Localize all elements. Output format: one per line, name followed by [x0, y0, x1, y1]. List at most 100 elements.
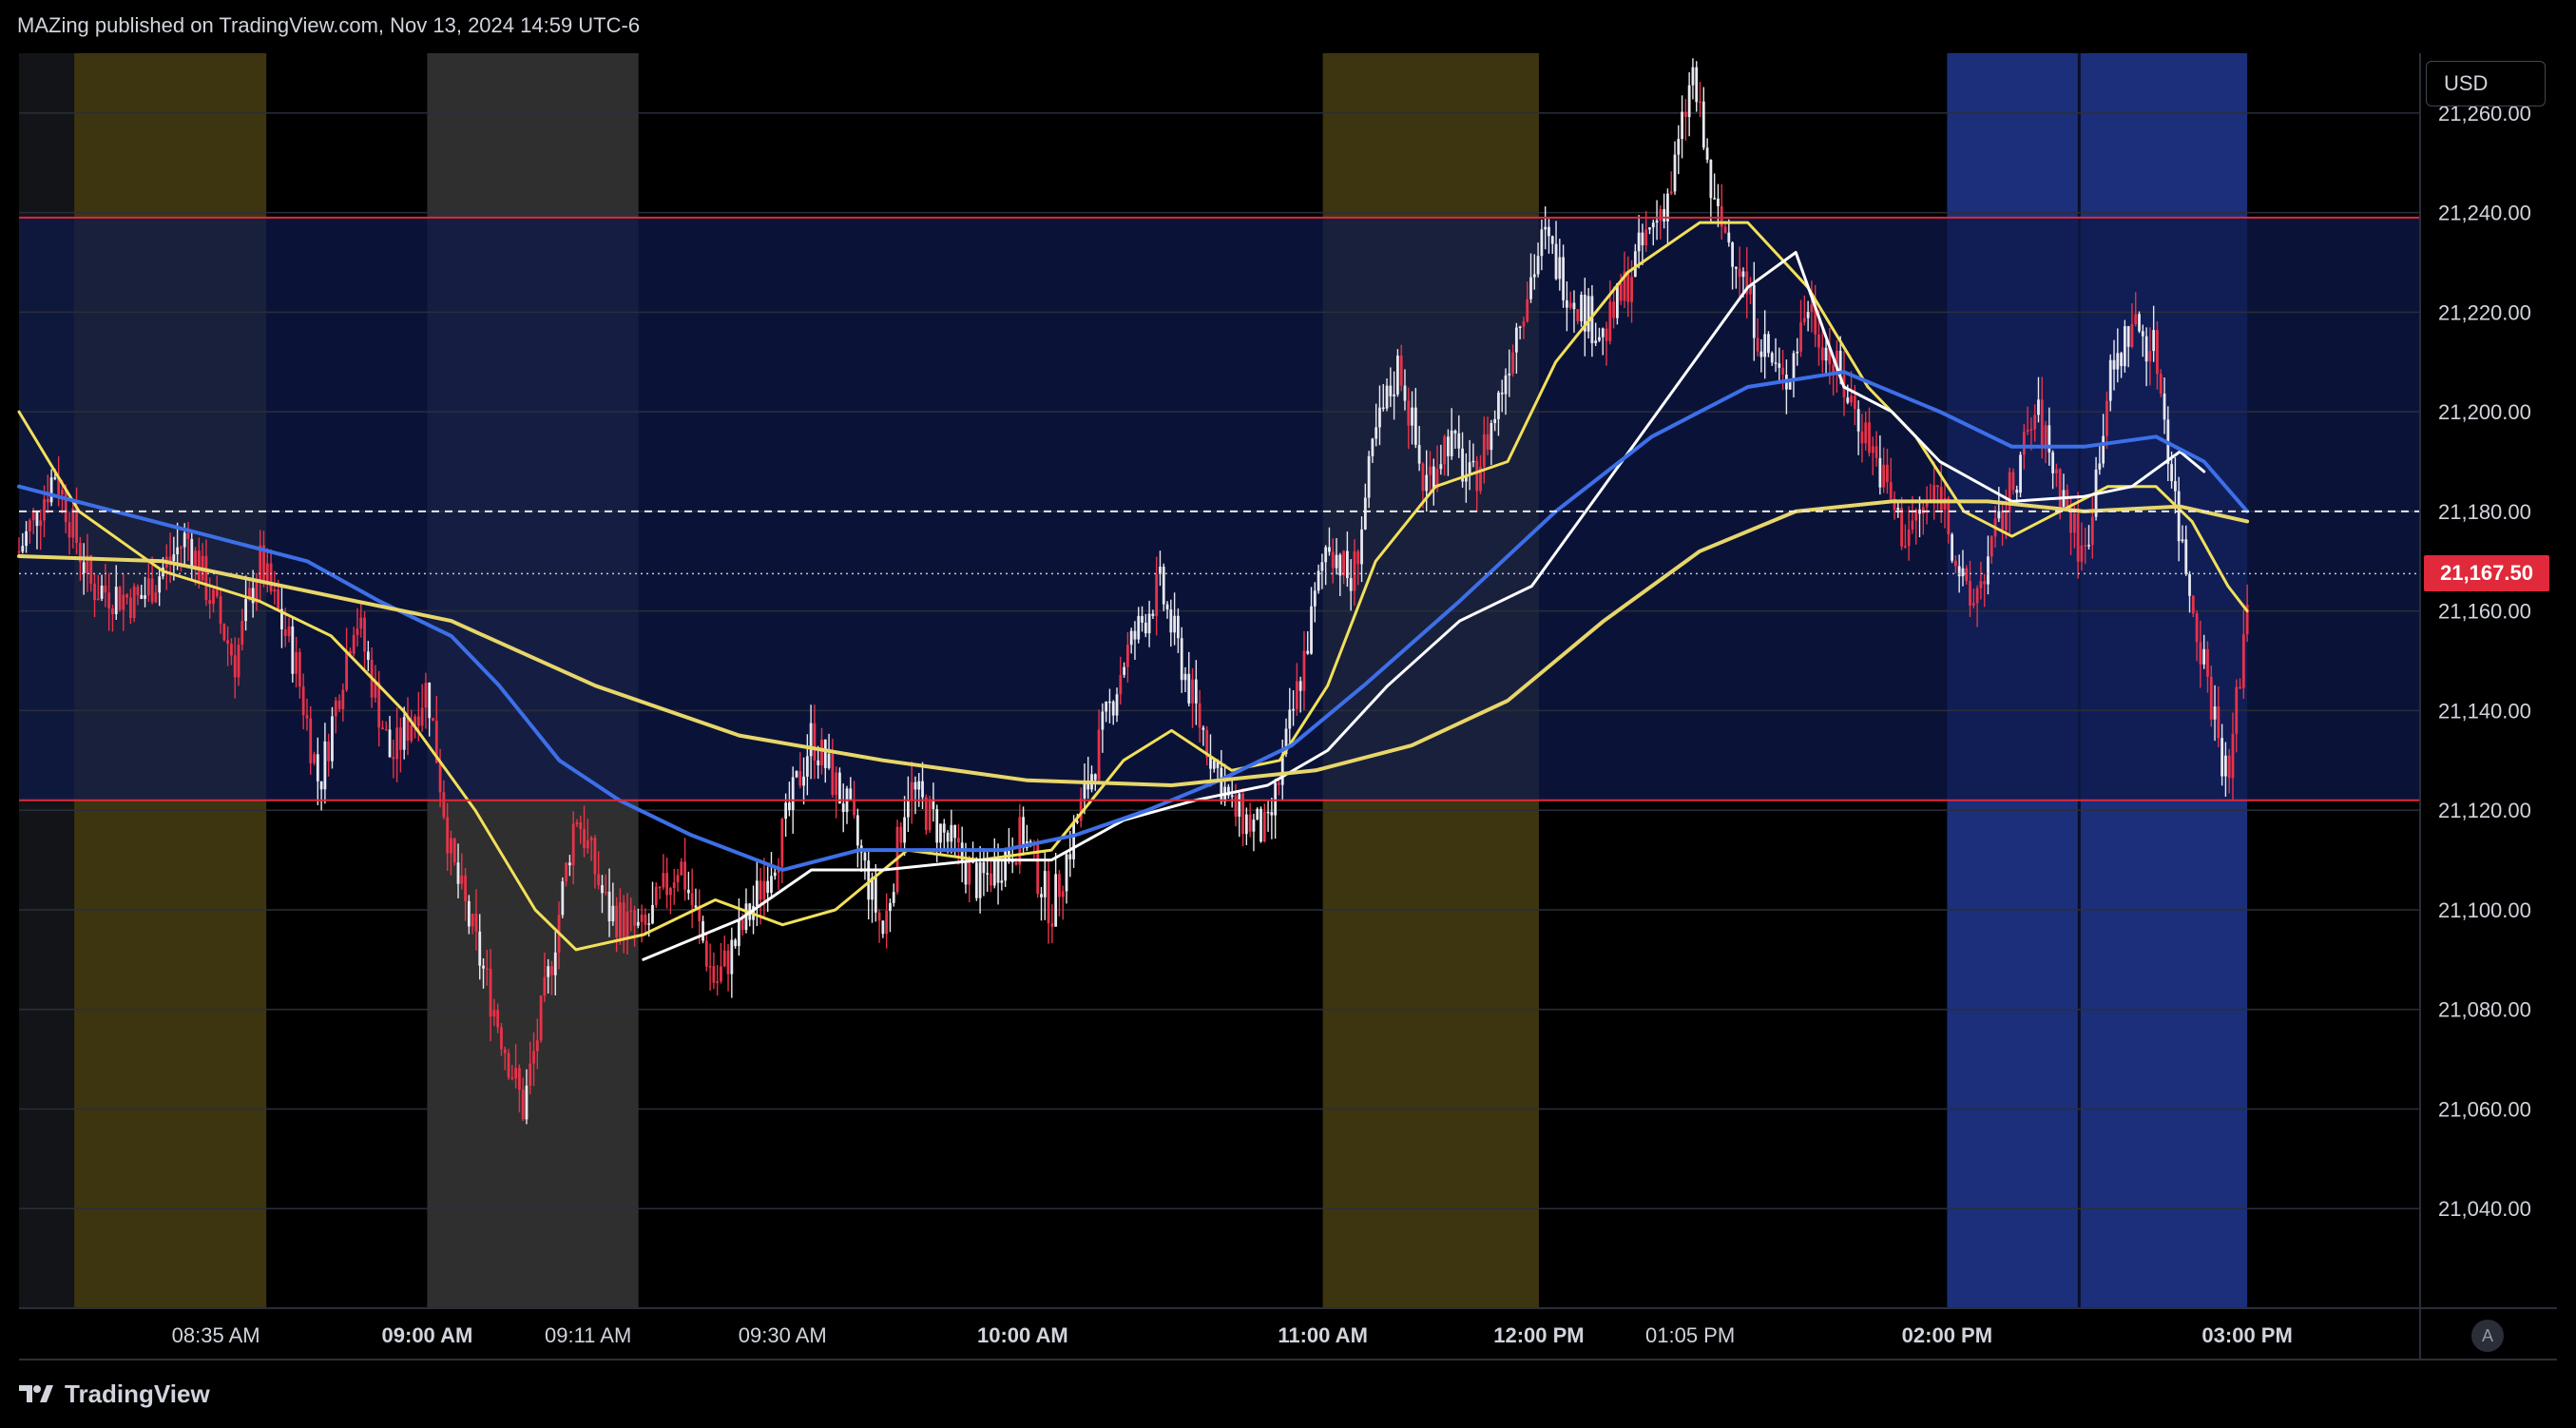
candle-body: [122, 594, 125, 610]
chart-canvas[interactable]: 21,040.00 21,060.00 21,080.00 21,100.00 21,1…: [0, 0, 2576, 1428]
candle-body: [1230, 795, 1234, 797]
candle-body: [2098, 463, 2102, 470]
candle-body: [561, 881, 565, 916]
candle-body: [1040, 894, 1043, 897]
candle-body: [1979, 581, 1983, 589]
candle-body: [1699, 101, 1701, 104]
candle-body: [384, 729, 388, 731]
candle-body: [1853, 396, 1856, 410]
candle-body: [1144, 622, 1147, 634]
candle-body: [1129, 630, 1133, 646]
candle-body: [1868, 422, 1871, 453]
candle-body: [1173, 615, 1177, 633]
candle-body: [921, 781, 924, 798]
candle-body: [1932, 485, 1936, 500]
candle-body: [601, 885, 604, 894]
candle-body: [2112, 359, 2116, 370]
candle-body: [1471, 460, 1475, 463]
candle-body: [1850, 396, 1853, 403]
candle-body: [529, 1063, 532, 1086]
candle-body: [416, 716, 420, 726]
candle-body: [1198, 703, 1201, 728]
candle-body: [1349, 578, 1353, 591]
candle-body: [1586, 296, 1590, 332]
candle-body: [1969, 581, 1971, 606]
candle-body: [1353, 550, 1356, 591]
candle-body: [1717, 198, 1720, 206]
candle-body: [2040, 399, 2044, 449]
candle-body: [1691, 67, 1695, 86]
auto-scale-button[interactable]: A: [2471, 1320, 2504, 1352]
candle-body: [881, 920, 885, 935]
currency-selector[interactable]: USD: [2426, 61, 2546, 106]
candle-body: [1907, 529, 1911, 547]
candle-body: [1248, 814, 1252, 832]
footer-branding[interactable]: TradingView: [17, 1377, 210, 1411]
candle-body: [43, 498, 46, 521]
candle-body: [1147, 613, 1151, 634]
candle-body: [820, 739, 823, 766]
candle-body: [1497, 392, 1500, 419]
candle-body: [215, 589, 219, 597]
candle-body: [1018, 817, 1022, 865]
candle-body: [589, 838, 593, 841]
candle-body: [1939, 487, 1943, 511]
candle-body: [712, 966, 716, 983]
candle-body: [1061, 891, 1065, 897]
candle-body: [665, 873, 669, 896]
candle-body: [125, 594, 129, 598]
candle-body: [2123, 326, 2126, 367]
candle-body: [1540, 229, 1544, 257]
candle-body: [1417, 444, 1421, 464]
candle-body: [1047, 871, 1050, 924]
candle-body: [1565, 299, 1568, 308]
candle-body: [1550, 236, 1554, 244]
candle-body: [1105, 701, 1108, 712]
candle-body: [1508, 373, 1511, 376]
candle-body: [974, 862, 978, 898]
candle-body: [388, 729, 392, 758]
candle-body: [906, 800, 910, 818]
candle-body: [2051, 452, 2055, 473]
candle-body: [1266, 811, 1270, 814]
candle-body: [2177, 491, 2181, 542]
candle-body: [478, 931, 482, 966]
candle-body: [770, 876, 773, 893]
candle-body: [669, 888, 672, 896]
candle-body: [950, 824, 953, 842]
candle-body: [798, 771, 802, 786]
candle-body: [1151, 613, 1155, 616]
candle-body: [1262, 811, 1266, 842]
candle-body: [2108, 359, 2112, 401]
candle-body: [1864, 422, 1868, 444]
candle-body: [2019, 454, 2022, 493]
candle-body: [1778, 363, 1781, 368]
candle-body: [2130, 324, 2134, 347]
candle-body: [2029, 429, 2033, 431]
candle-body: [827, 753, 831, 768]
price-tick-label: 21,120.00: [2438, 799, 2531, 822]
candle-body: [855, 815, 859, 846]
candle-body: [2213, 706, 2217, 720]
price-tick-label: 21,240.00: [2438, 202, 2531, 225]
candle-body: [978, 862, 982, 898]
candle-body: [75, 508, 78, 544]
candle-body: [197, 550, 201, 581]
candle-body: [1529, 277, 1532, 299]
candle-body: [2022, 431, 2026, 455]
candle-body: [579, 821, 583, 830]
candle-body: [168, 556, 172, 562]
candle-body: [482, 965, 485, 969]
candle-body: [172, 554, 176, 562]
candle-body: [1518, 326, 1522, 329]
candle-body: [1911, 520, 1914, 530]
candle-body: [1014, 862, 1018, 865]
candle-body: [1381, 407, 1385, 410]
candle-body: [690, 893, 694, 906]
candle-body: [702, 920, 704, 941]
candle-body: [273, 589, 277, 592]
candle-body: [982, 862, 986, 874]
candle-body: [1022, 817, 1025, 849]
candle-body: [233, 655, 237, 678]
candle-body: [1320, 562, 1324, 571]
